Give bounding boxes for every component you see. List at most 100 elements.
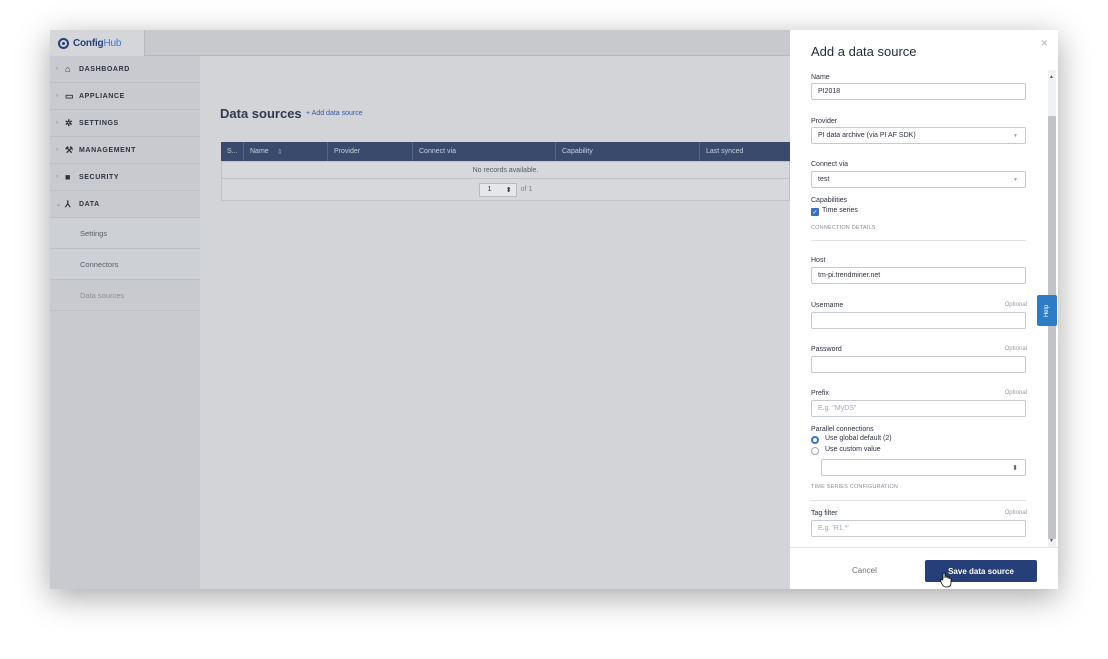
column-header-connect-via[interactable]: Connect via	[413, 142, 556, 161]
page-number-value: 1	[487, 186, 492, 193]
data-sources-table: S... Name ⇕ Provider Connect via Capabili…	[221, 142, 790, 201]
time-series-checkbox[interactable]: ✓	[811, 208, 819, 216]
chevron-right-icon: ›	[56, 93, 59, 99]
tag-filter-field[interactable]: E.g. 'R1.*'	[811, 520, 1026, 537]
dropdown-arrow-icon: ▼	[1013, 176, 1018, 183]
lock-icon: ■	[65, 172, 72, 182]
provider-select[interactable]: PI data archive (via PI AF SDK) ▼	[811, 127, 1026, 144]
column-header-label: Name	[250, 148, 269, 155]
stepper-icon[interactable]: ⬍	[1012, 464, 1018, 472]
divider	[811, 500, 1026, 501]
app-logo[interactable]: Config Hub	[50, 30, 145, 56]
sidebar-item-management[interactable]: › ⚒ MANAGEMENT	[50, 137, 200, 164]
host-label: Host	[811, 257, 826, 264]
gear-icon: ✲	[65, 117, 74, 128]
empty-state-row: No records available.	[221, 161, 790, 179]
scroll-down-icon[interactable]: ▼	[1049, 538, 1054, 544]
column-header-last-synced[interactable]: Last synced	[700, 142, 790, 161]
chevron-right-icon: ›	[56, 66, 59, 72]
sidebar-item-appliance[interactable]: › ▭ APPLIANCE	[50, 83, 200, 110]
host-field[interactable]: tm-pi.trendminer.net	[811, 267, 1026, 284]
panel-form: Name PI2018 Provider PI data archive (vi…	[790, 70, 1058, 547]
dropdown-arrow-icon: ▼	[1013, 132, 1018, 139]
page-total: of 1	[520, 186, 533, 193]
name-field[interactable]: PI2018	[811, 83, 1026, 100]
sidebar-item-label: SECURITY	[79, 173, 120, 181]
sidebar-item-label: APPLIANCE	[79, 92, 125, 100]
panel-footer: Cancel Save data source	[790, 547, 1058, 589]
password-field[interactable]	[811, 356, 1026, 373]
page-number-input[interactable]: 1 ⬍	[478, 182, 517, 197]
monitor-icon: ▭	[65, 90, 75, 101]
sidebar-item-settings[interactable]: › ✲ SETTINGS	[50, 110, 200, 137]
sidebar-item-security[interactable]: › ■ SECURITY	[50, 164, 200, 191]
table-header: S... Name ⇕ Provider Connect via Capabili…	[221, 142, 790, 161]
top-bar: Config Hub	[50, 30, 790, 56]
radio-custom-value[interactable]	[811, 447, 819, 455]
sidebar-item-data[interactable]: ⌄ ⅄ DATA	[50, 191, 200, 218]
sidebar: › ⌂ DASHBOARD › ▭ APPLIANCE › ✲ SETTINGS…	[50, 56, 200, 589]
username-field[interactable]	[811, 312, 1026, 329]
sidebar-item-label: DASHBOARD	[79, 65, 130, 73]
tag-filter-label: Tag filter	[811, 510, 838, 517]
help-label: Help	[1044, 304, 1050, 317]
provider-label: Provider	[811, 118, 838, 125]
capabilities-label: Capabilities	[811, 197, 848, 204]
sidebar-subitem-connectors[interactable]: Connectors	[50, 249, 200, 280]
custom-value-stepper[interactable]: ⬍	[821, 459, 1026, 476]
tag-filter-optional: Optional	[1004, 510, 1027, 516]
pagination: 1 ⬍ of 1	[221, 179, 790, 201]
chevron-down-icon: ⌄	[56, 201, 62, 208]
cancel-button[interactable]: Cancel	[852, 566, 877, 575]
sidebar-item-label: MANAGEMENT	[79, 146, 136, 154]
scrollbar-thumb[interactable]	[1048, 116, 1056, 539]
add-data-source-link[interactable]: + Add data source	[306, 110, 363, 117]
app-window: Config Hub › ⌂ DASHBOARD › ▭ APPLIANCE › …	[50, 30, 1058, 589]
radio-custom-value-label: Use custom value	[825, 446, 881, 453]
hand-cursor-icon	[940, 572, 952, 588]
add-data-source-panel: Add a data source ✕ Name PI2018 Provider…	[790, 30, 1058, 589]
connect-via-select[interactable]: test ▼	[811, 171, 1026, 188]
stepper-icon[interactable]: ⬍	[506, 186, 512, 194]
help-tab[interactable]: Help	[1037, 295, 1057, 326]
logo-icon	[58, 37, 69, 49]
sort-icon: ⇕	[276, 148, 283, 156]
sidebar-item-dashboard[interactable]: › ⌂ DASHBOARD	[50, 56, 200, 83]
sidebar-item-label: DATA	[79, 200, 100, 208]
prefix-label: Prefix	[811, 390, 829, 397]
column-header-capability[interactable]: Capability	[556, 142, 700, 161]
main-content: Data sources + Add data source S... Name…	[200, 56, 790, 589]
chevron-right-icon: ›	[56, 120, 59, 126]
provider-value: PI data archive (via PI AF SDK)	[818, 132, 916, 139]
panel-title: Add a data source	[811, 44, 917, 59]
chevron-right-icon: ›	[56, 147, 59, 153]
username-optional: Optional	[1004, 302, 1027, 308]
logo-text-config: Config	[73, 37, 104, 49]
username-label: Username	[811, 302, 844, 309]
time-series-label: Time series	[822, 207, 858, 214]
chevron-right-icon: ›	[56, 174, 59, 180]
wrench-icon: ⚒	[65, 144, 74, 155]
logo-text-hub: Hub	[103, 37, 122, 49]
time-series-configuration-heading: TIME SERIES CONFIGURATION	[811, 484, 899, 490]
home-icon: ⌂	[65, 64, 72, 74]
name-label: Name	[811, 74, 830, 81]
prefix-field[interactable]: E.g. "MyDS"	[811, 400, 1026, 417]
close-icon[interactable]: ✕	[1040, 38, 1048, 49]
page-title: Data sources	[220, 106, 302, 121]
sidebar-subitem-settings[interactable]: Settings	[50, 218, 200, 249]
connection-details-heading: CONNECTION DETAILS	[811, 225, 876, 231]
scroll-up-icon[interactable]: ▲	[1049, 74, 1054, 80]
network-icon: ⅄	[65, 198, 72, 209]
column-header-provider[interactable]: Provider	[328, 142, 413, 161]
column-header-name[interactable]: Name ⇕	[244, 142, 328, 161]
column-header-status[interactable]: S...	[221, 142, 244, 161]
radio-global-default-label: Use global default (2)	[825, 435, 892, 442]
sidebar-item-label: SETTINGS	[79, 119, 119, 127]
connect-via-label: Connect via	[811, 161, 848, 168]
connect-via-value: test	[818, 176, 830, 183]
parallel-connections-label: Parallel connections	[811, 426, 874, 433]
sidebar-subitem-data-sources[interactable]: Data sources	[50, 280, 200, 311]
radio-global-default[interactable]	[811, 436, 819, 444]
password-optional: Optional	[1004, 346, 1027, 352]
